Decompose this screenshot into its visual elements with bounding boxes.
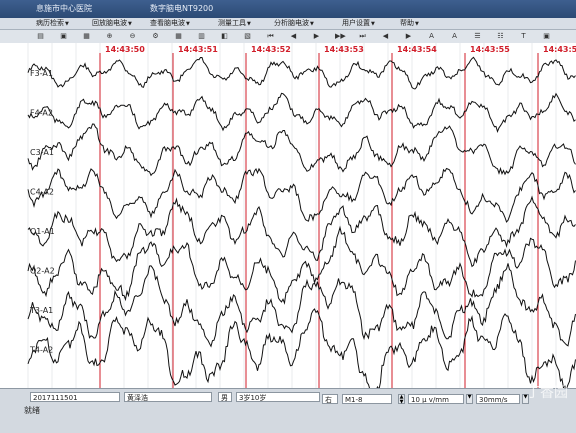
menu-bar: 病历检索▼ 回放脑电波▼ 查看脑电波▼ 测量工具▼ 分析脑电波▼ 用户设置▼ 帮助▼ [0,18,576,30]
chevron-down-icon: ▼ [415,21,419,27]
last-page-icon[interactable]: ⏭ [358,32,367,41]
watermark-logo: 丁香园 [526,385,568,401]
sensitivity-dropdown[interactable]: ▼ [466,394,473,404]
sensitivity-select[interactable]: 10 μ v/mm [408,394,464,404]
speed-select[interactable]: 30mm/s [476,394,520,404]
channel-label: F3-A1 [30,69,53,78]
chevron-down-icon: ▼ [65,21,69,27]
sex-field[interactable]: 男 [218,392,232,402]
eeg-trace-c4-a2 [27,167,576,223]
print-icon[interactable]: ▤ [36,32,45,41]
menu-label: 病历检索 [36,19,64,27]
montage-select[interactable]: M1-8 [342,394,392,404]
menu-item-3[interactable]: 测量工具▼ [218,18,251,29]
chevron-down-icon: ▼ [310,21,314,27]
montage-spinner[interactable]: ▲ ▼ [398,394,405,405]
menu-item-1[interactable]: 回放脑电波▼ [92,18,132,29]
eeg-trace-f4-a2 [27,92,576,134]
eeg-trace-chart: 14:43:50 14:43:51 14:43:52 14:43:53 14:43:54… [0,43,576,388]
channel-label: C3-A1 [30,148,54,157]
settings-icon[interactable]: ⚙ [151,32,160,41]
play-icon[interactable]: ▶ [312,32,321,41]
chevron-down-icon: ▼ [247,21,251,27]
timestamp-label: 14:43:54 [397,45,437,54]
menu-label: 分析脑电波 [274,19,309,27]
filter-icon[interactable]: ◧ [220,32,229,41]
title-bar: 息施市中心医院 数字脑电NT9200 [0,0,576,18]
menu-label: 用户设置 [342,19,370,27]
eeg-application-window: 息施市中心医院 数字脑电NT9200 病历检索▼ 回放脑电波▼ 查看脑电波▼ 测量工具… [0,0,576,433]
font-small-icon[interactable]: A [450,32,459,41]
menu-item-6[interactable]: 帮助▼ [400,18,419,29]
chevron-down-icon: ▼ [371,21,375,27]
channel-label: O2-A2 [30,267,55,276]
channel-label: T4-A2 [29,346,53,355]
chevron-down-icon: ▼ [128,21,132,27]
forward-icon[interactable]: ▶ [404,32,413,41]
channel-label: C4-A2 [30,188,54,197]
first-page-icon[interactable]: ⏮ [266,32,275,41]
font-icon[interactable]: A [427,32,436,41]
timestamp-label: 14:43:56 [543,45,576,54]
menu-label: 回放脑电波 [92,19,127,27]
toolbar: ▤ ▣ ▦ ⊕ ⊖ ⚙ ▦ ▥ ◧ ▧ ⏮ ◀ ▶ ▶▶ ⏭ ◀ ▶ A A ☰ ☷ T ▣ [0,30,576,44]
status-bar: 2017111501 黄泽浩 男 3岁10岁 右 M1-8 ▲ ▼ 10 μ v/… [0,388,576,433]
menu-label: 帮助 [400,19,414,27]
timestamp-label: 14:43:50 [105,45,145,54]
age-field[interactable]: 3岁10岁 [236,392,320,402]
open-icon[interactable]: ▦ [82,32,91,41]
montage-icon[interactable]: ▥ [197,32,206,41]
prev-page-icon[interactable]: ◀ [289,32,298,41]
timestamp-label: 14:43:53 [324,45,364,54]
menu-label: 测量工具 [218,19,246,27]
menu-item-2[interactable]: 查看脑电波▼ [150,18,190,29]
marker-icon[interactable]: ▧ [243,32,252,41]
save-icon[interactable]: ▣ [59,32,68,41]
patient-name-field[interactable]: 黄泽浩 [124,392,212,402]
channel-label: F4-A2 [30,109,53,118]
eeg-trace-t4-a2 [27,308,576,388]
timestamp-label: 14:43:51 [178,45,218,54]
layout-icon[interactable]: ☷ [496,32,505,41]
timestamp-label: 14:43:55 [470,45,510,54]
menu-item-5[interactable]: 用户设置▼ [342,18,375,29]
chevron-down-icon: ▼ [186,21,190,27]
device-title: 数字脑电NT9200 [150,4,214,13]
image-icon[interactable]: ▣ [542,32,551,41]
status-text: 就绪 [24,406,40,415]
patient-id-field[interactable]: 2017111501 [30,392,120,402]
timestamp-label: 14:43:52 [251,45,291,54]
menu-label: 查看脑电波 [150,19,185,27]
eeg-trace-f3-a1 [27,56,576,90]
next-page-icon[interactable]: ▶▶ [335,32,346,41]
channel-label: T3-A1 [29,306,53,315]
grid-icon[interactable]: ▦ [174,32,183,41]
text-icon[interactable]: T [519,32,528,41]
handedness-field[interactable]: 右 [322,394,338,404]
channel-label: O1-A1 [30,227,55,236]
back-icon[interactable]: ◀ [381,32,390,41]
channels-icon[interactable]: ☰ [473,32,482,41]
zoom-out-icon[interactable]: ⊖ [128,32,137,41]
app-title: 息施市中心医院 [36,4,92,13]
menu-item-4[interactable]: 分析脑电波▼ [274,18,314,29]
zoom-in-icon[interactable]: ⊕ [105,32,114,41]
eeg-trace-c3-a1 [27,123,576,177]
menu-item-0[interactable]: 病历检索▼ [36,18,69,29]
